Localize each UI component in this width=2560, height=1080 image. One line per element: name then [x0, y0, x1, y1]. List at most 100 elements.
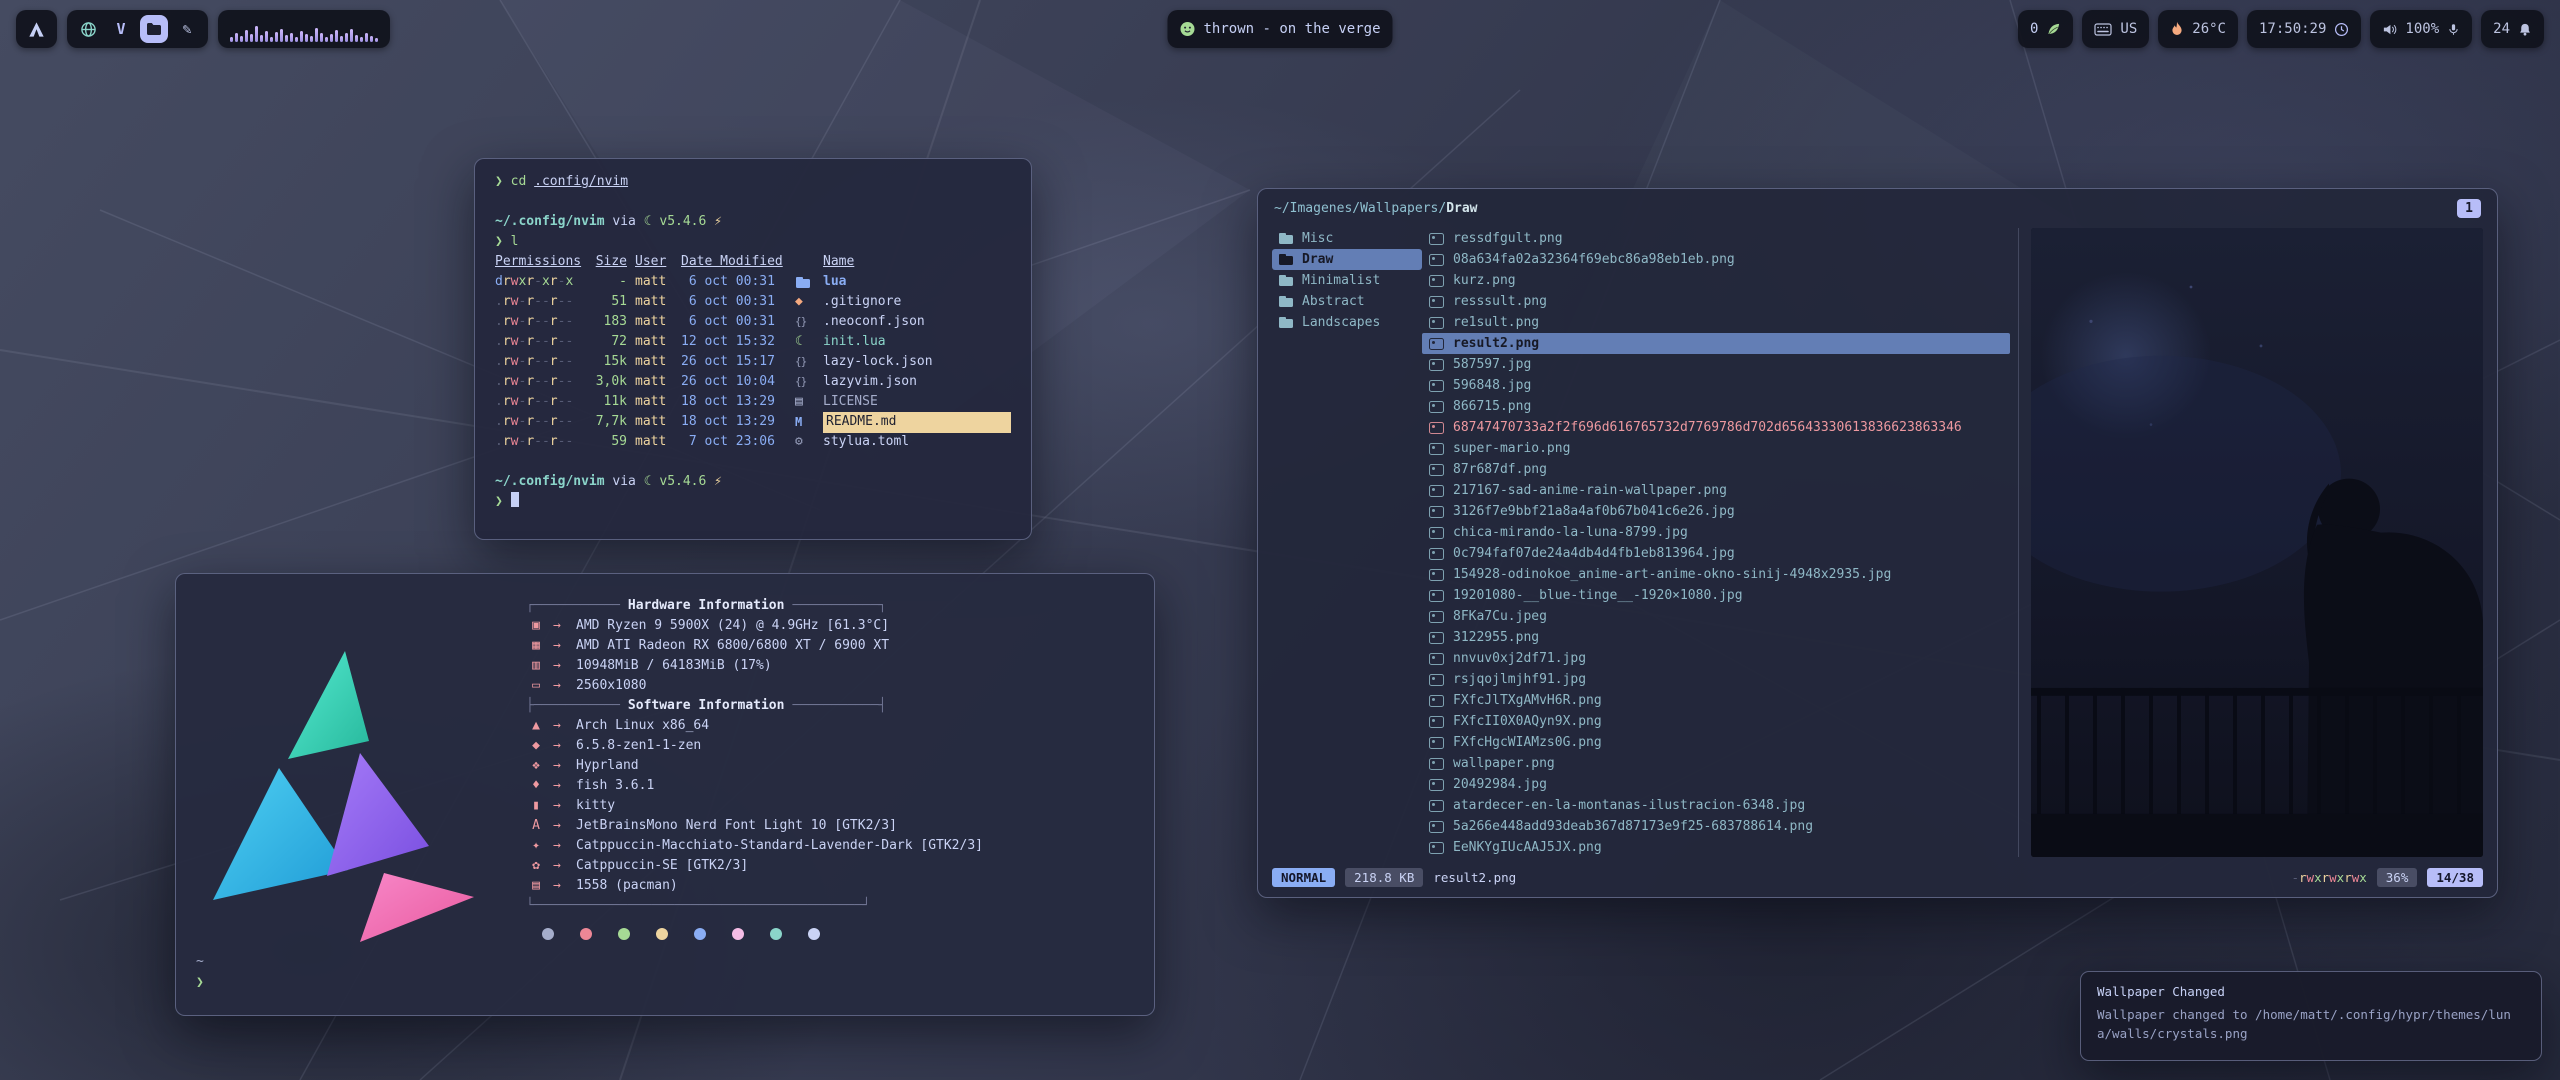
updates-module[interactable]: 0: [2018, 10, 2073, 48]
file-row[interactable]: FXfcHgcWIAMzs0G.png: [1422, 732, 2010, 753]
file-row[interactable]: wallpaper.png: [1422, 753, 2010, 774]
file-row[interactable]: 08a634fa02a32364f69ebc86a98eb1eb.png: [1422, 249, 2010, 270]
mic-icon: [2447, 22, 2460, 37]
file-row[interactable]: 20492984.jpg: [1422, 774, 2010, 795]
file-row[interactable]: kurz.png: [1422, 270, 2010, 291]
image-file-icon: [1429, 443, 1444, 455]
arch-logo-icon: [28, 21, 45, 38]
file-row[interactable]: 5a266e448add93deab367d87173e9f25-6837886…: [1422, 816, 2010, 837]
file-row[interactable]: result2.png: [1422, 333, 2010, 354]
tab-badge[interactable]: 1: [2457, 199, 2481, 218]
image-file-icon: [1429, 380, 1444, 392]
file-row[interactable]: 587597.jpg: [1422, 354, 2010, 375]
terminal-window[interactable]: ❯ cd .config/nvim ~/.config/nvim via ☾ v…: [474, 158, 1032, 540]
bell-icon: [2518, 22, 2532, 37]
notifications-module[interactable]: 24: [2481, 10, 2544, 48]
file-row[interactable]: 87r687df.png: [1422, 459, 2010, 480]
fetch-window[interactable]: ┌───────────Hardware Information────────…: [175, 573, 1155, 1016]
hardware-section-title: ┌───────────Hardware Information────────…: [526, 596, 1154, 616]
image-file-icon: [1429, 401, 1444, 413]
temperature-module[interactable]: 26°C: [2158, 10, 2238, 48]
color-palette: [542, 928, 1154, 940]
file-type-icon: [795, 352, 815, 372]
software-info-lines: ▲ → Arch Linux x86_64 ◆ → 6.5.8-zen1-1-z…: [526, 716, 1154, 896]
sidebar-folder-item[interactable]: Abstract: [1272, 291, 1422, 312]
image-file-icon: [1429, 254, 1444, 266]
file-row[interactable]: 3126f7e9bbf21a8a4af0b67b041c6e26.jpg: [1422, 501, 2010, 522]
clock-module[interactable]: 17:50:29: [2247, 10, 2361, 48]
notification-toast[interactable]: Wallpaper Changed Wallpaper changed to /…: [2080, 971, 2542, 1061]
arrow-icon: →: [553, 736, 569, 756]
audio-visualizer: [218, 10, 390, 48]
shell-prompt: ~/.config/nvim via ☾ v5.4.6 ⚡: [495, 212, 1011, 232]
file-row[interactable]: 8FKa7Cu.jpeg: [1422, 606, 2010, 627]
ls-row: .rw-r--r-- 7,7k matt 18 oct 13:29 README…: [495, 412, 1011, 432]
image-file-icon: [1429, 275, 1444, 287]
ls-row: drwxr-xr-x - matt 6 oct 00:31 lua: [495, 272, 1011, 292]
image-file-icon: [1429, 611, 1444, 623]
image-file-icon: [1429, 464, 1444, 476]
terminal-command-line: ❯ l: [495, 232, 1011, 252]
arrow-icon: →: [553, 796, 569, 816]
info-line: ▭ → 2560x1080: [526, 676, 1154, 696]
file-type-icon: [795, 432, 815, 452]
file-row[interactable]: FXfcII0X0AQyn9X.png: [1422, 711, 2010, 732]
leaf-icon: [2046, 22, 2061, 37]
music-player-module[interactable]: thrown - on the verge: [1167, 10, 1392, 48]
file-row[interactable]: resssult.png: [1422, 291, 2010, 312]
image-file-icon: [1429, 296, 1444, 308]
file-row[interactable]: chica-mirando-la-luna-8799.jpg: [1422, 522, 2010, 543]
arrow-icon: →: [553, 776, 569, 796]
workspace-browser[interactable]: [74, 15, 102, 43]
notification-body: Wallpaper changed to /home/matt/.config/…: [2097, 1005, 2525, 1043]
file-row[interactable]: super-mario.png: [1422, 438, 2010, 459]
file-type-icon: [795, 392, 815, 412]
file-row[interactable]: EeNKYgIUcAAJ5JX.png: [1422, 837, 2010, 858]
notification-title: Wallpaper Changed: [2097, 984, 2525, 999]
sidebar-folder-item[interactable]: Minimalist: [1272, 270, 1422, 291]
speaker-icon: [2382, 22, 2397, 37]
file-row[interactable]: nnvuv0xj2df71.jpg: [1422, 648, 2010, 669]
file-row[interactable]: ressdfgult.png: [1422, 228, 2010, 249]
file-row[interactable]: re1sult.png: [1422, 312, 2010, 333]
file-row[interactable]: 596848.jpg: [1422, 375, 2010, 396]
arrow-icon: →: [553, 816, 569, 836]
workspace-design[interactable]: ✎: [173, 15, 201, 43]
launcher-button[interactable]: [16, 10, 57, 48]
info-line: ♦ → fish 3.6.1: [526, 776, 1154, 796]
file-row[interactable]: 217167-sad-anime-rain-wallpaper.png: [1422, 480, 2010, 501]
file-row[interactable]: atardecer-en-la-montanas-ilustracion-634…: [1422, 795, 2010, 816]
info-line: ❖ → Hyprland: [526, 756, 1154, 776]
workspace-files-active[interactable]: [140, 15, 168, 43]
sidebar-folder-item[interactable]: Landscapes: [1272, 312, 1422, 333]
file-type-icon: [795, 332, 815, 352]
info-icon: ◆: [526, 736, 546, 756]
file-row[interactable]: 866715.png: [1422, 396, 2010, 417]
workspaces: V ✎: [67, 10, 208, 48]
folder-sidebar: Misc Draw Minimalist Abstract: [1272, 226, 1422, 863]
file-row[interactable]: 3122955.png: [1422, 627, 2010, 648]
workspace-editor[interactable]: V: [107, 15, 135, 43]
file-row[interactable]: 19201080-__blue-tinge__-1920×1080.jpg: [1422, 585, 2010, 606]
file-row[interactable]: rsjqojlmjhf91.jpg: [1422, 669, 2010, 690]
file-row[interactable]: 154928-odinokoe_anime-art-anime-okno-sin…: [1422, 564, 2010, 585]
file-row[interactable]: 0c794faf07de24a4db4d4fb1eb813964.jpg: [1422, 543, 2010, 564]
music-status-icon: [1179, 21, 1195, 37]
info-icon: ♦: [526, 776, 546, 796]
info-icon: ▤: [526, 876, 546, 896]
file-row[interactable]: 68747470733a2f2f696d616765732d7769786d70…: [1422, 417, 2010, 438]
bolt-icon: ⚡: [714, 214, 722, 229]
software-section-title: ├───────────Software Information────────…: [526, 696, 1154, 716]
terminal-input-line[interactable]: ❯: [495, 492, 1011, 512]
arrow-icon: →: [553, 716, 569, 736]
volume-module[interactable]: 100%: [2370, 10, 2472, 48]
file-manager-window[interactable]: ~/Imagenes/Wallpapers/Draw 1 Misc Draw: [1257, 188, 2498, 898]
sidebar-folder-item[interactable]: Draw: [1272, 249, 1422, 270]
sidebar-folder-item[interactable]: Misc: [1272, 228, 1422, 249]
breadcrumb-path: ~/Imagenes/Wallpapers/Draw: [1274, 201, 1478, 216]
image-file-icon: [1429, 338, 1444, 350]
ls-row: .rw-r--r-- 59 matt 7 oct 23:06 stylua.to…: [495, 432, 1011, 452]
mode-badge: NORMAL: [1272, 868, 1335, 887]
file-row[interactable]: FXfcJlTXgAMvH6R.png: [1422, 690, 2010, 711]
keyboard-layout-module[interactable]: US: [2082, 10, 2149, 48]
